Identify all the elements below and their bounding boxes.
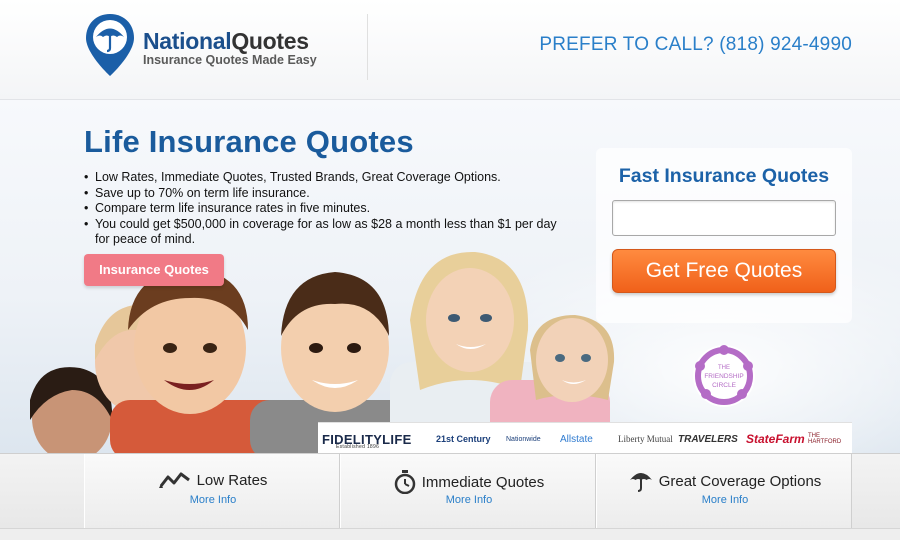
features-bar: Low Rates More Info Immediate Quotes Mor… [0,453,900,540]
feature-label: Great Coverage Options [658,472,822,490]
benefit-item: Save up to 70% on term life insurance. [84,186,564,202]
nationwide-logo: Nationwide [506,435,541,443]
hero-title: Life Insurance Quotes [84,124,414,159]
feature-label: Low Rates [196,471,268,489]
benefit-item: Low Rates, Immediate Quotes, Trusted Bra… [84,170,564,186]
trend-line-icon [158,472,190,488]
more-info-link[interactable]: More Info [597,494,853,506]
brand-name-part2: Quotes [231,28,309,54]
footer-strip [0,528,900,540]
fidelity-life-sub: Established 1896 [336,444,380,450]
feature-immediate-quotes[interactable]: Immediate Quotes More Info [340,454,596,529]
badge-line3: CIRCLE [712,382,737,389]
benefit-item: Compare term life insurance rates in fiv… [84,201,564,217]
hero-banner: Life Insurance Quotes Low Rates, Immedia… [0,100,900,453]
friendship-circle-badge-icon: THE FRIENDSHIP CIRCLE [693,345,755,407]
benefit-item: You could get $500,000 in coverage for a… [84,217,564,248]
quote-form: Fast Insurance Quotes Get Free Quotes [596,148,852,323]
fidelity-life-logo: FIDELITYLIFE Established 1896 [322,423,412,453]
header-divider [367,14,368,80]
quote-form-title: Fast Insurance Quotes [618,165,830,187]
more-info-link[interactable]: More Info [341,494,597,506]
brand-name[interactable]: NationalQuotes [143,28,309,55]
21st-century-logo: 21st Century [436,434,491,444]
more-info-link[interactable]: More Info [85,494,341,506]
travelers-logo: TRAVELERS [678,433,738,445]
zip-code-input[interactable] [612,200,836,236]
insurance-quotes-button[interactable]: Insurance Quotes [84,254,224,286]
phone-callout[interactable]: PREFER TO CALL? (818) 924-4990 [539,34,852,56]
badge-line2: FRIENDSHIP [704,373,743,380]
stopwatch-icon [394,470,415,494]
badge-line1: THE [718,365,730,371]
partner-brands-strip: FIDELITYLIFE Established 1896 21st Centu… [318,422,852,453]
feature-great-coverage[interactable]: Great Coverage Options More Info [596,454,852,529]
allstate-logo: Allstate [560,433,593,445]
get-free-quotes-button[interactable]: Get Free Quotes [612,249,836,293]
site-header: NationalQuotes Insurance Quotes Made Eas… [0,0,900,100]
umbrella-icon [629,473,652,492]
the-hartford-logo: THE HARTFORD [808,433,842,445]
feature-low-rates[interactable]: Low Rates More Info [84,454,340,529]
benefits-list: Low Rates, Immediate Quotes, Trusted Bra… [84,170,564,248]
brand-name-part1: National [143,28,232,54]
brand-tagline: Insurance Quotes Made Easy [143,53,317,67]
feature-label: Immediate Quotes [421,473,545,491]
umbrella-pin-logo-icon[interactable] [84,12,136,78]
liberty-mutual-logo: Liberty Mutual [618,434,673,444]
state-farm-logo: StateFarm [746,432,805,446]
